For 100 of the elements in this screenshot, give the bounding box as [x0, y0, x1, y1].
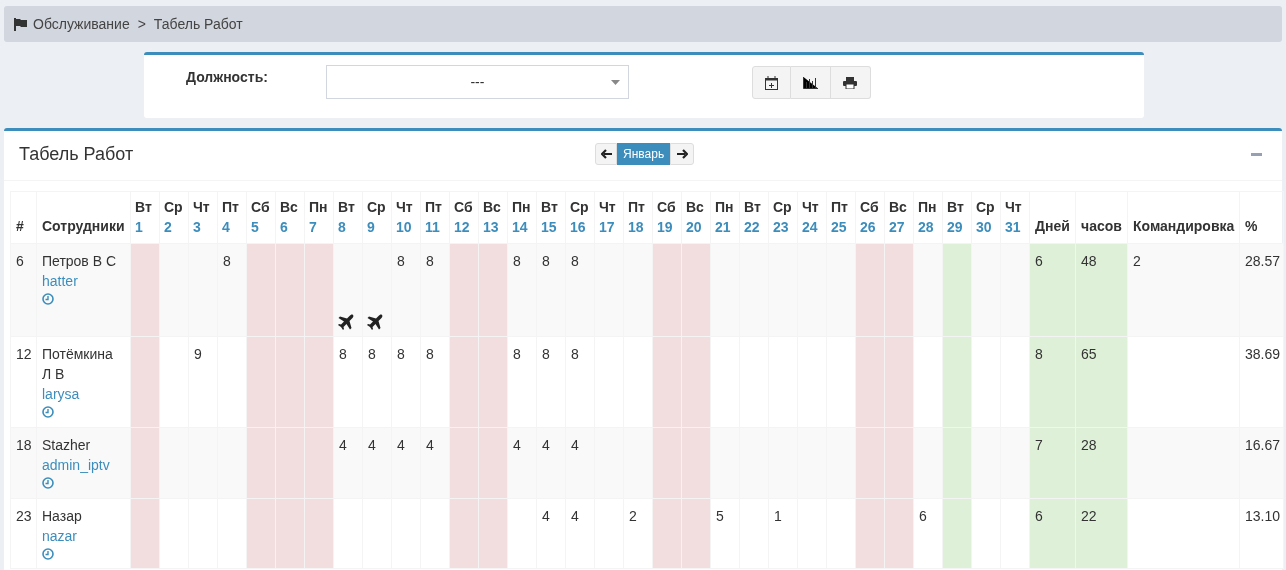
column-header: Командировка — [1127, 191, 1240, 244]
calendar-plus-icon — [764, 75, 778, 90]
column-header: Дней — [1029, 191, 1076, 244]
date-link[interactable]: 11 — [425, 217, 445, 237]
date-link[interactable]: 13 — [483, 217, 503, 237]
employee-login[interactable]: admin_iptv — [42, 455, 125, 475]
table-cell: 38.69 — [1239, 336, 1284, 428]
table-cell: 18 — [10, 427, 37, 499]
date-link[interactable]: 1 — [135, 217, 155, 237]
weekday-label: Ср — [164, 198, 184, 217]
date-link[interactable]: 15 — [541, 217, 561, 237]
table-cell: 16.67 — [1239, 427, 1284, 499]
print-button[interactable] — [830, 66, 871, 99]
date-link[interactable]: 29 — [947, 217, 967, 237]
weekday-label: Пт — [831, 198, 849, 217]
airplane-icon — [338, 314, 354, 330]
hours-value: 2 — [629, 508, 637, 524]
date-link[interactable]: 16 — [570, 217, 590, 237]
date-link[interactable]: 25 — [831, 217, 851, 237]
position-select[interactable]: --- — [325, 65, 629, 99]
date-link[interactable]: 2 — [164, 217, 184, 237]
weekday-label: Пт — [222, 198, 240, 217]
date-link[interactable]: 20 — [686, 217, 706, 237]
weekday-label: Вс — [483, 198, 502, 217]
hours-value: 1 — [774, 508, 782, 524]
table-cell: 23 — [10, 498, 37, 569]
hours-value: 4 — [571, 508, 579, 524]
next-month-button[interactable] — [670, 143, 695, 165]
hours-value: 4 — [513, 437, 521, 453]
weekday-label: Ср — [367, 198, 387, 217]
hours-value: 8 — [571, 253, 579, 269]
employee-login[interactable]: hatter — [42, 271, 125, 291]
breadcrumb-item: Табель Работ — [153, 14, 243, 34]
employee-name: Петров В С — [42, 252, 118, 271]
table-cell: 28 — [1075, 427, 1128, 499]
date-link[interactable]: 8 — [338, 217, 358, 237]
table-cell: 28.57 — [1239, 243, 1284, 337]
weekday-label: Чт — [1005, 198, 1023, 217]
hours-value: 4 — [397, 437, 405, 453]
date-link[interactable]: 31 — [1005, 217, 1025, 237]
calendar-add-button[interactable] — [751, 66, 791, 99]
chart-button[interactable] — [790, 66, 831, 99]
weekday-label: Чт — [193, 198, 211, 217]
date-link[interactable]: 17 — [599, 217, 619, 237]
hours-value: 8 — [426, 346, 434, 362]
date-link[interactable]: 12 — [454, 217, 474, 237]
date-link[interactable]: 3 — [193, 217, 213, 237]
date-link[interactable]: 21 — [715, 217, 735, 237]
hours-value: 8 — [368, 346, 376, 362]
column-header: % — [1239, 191, 1284, 244]
month-label: Январь — [617, 143, 671, 165]
weekday-label: Чт — [802, 198, 820, 217]
table-cell: 2 — [1127, 243, 1240, 337]
table-cell: 22 — [1075, 498, 1128, 569]
date-link[interactable]: 19 — [657, 217, 677, 237]
hours-value: 8 — [223, 253, 231, 269]
weekday-label: Чт — [396, 198, 414, 217]
hours-value: 4 — [571, 437, 579, 453]
hours-value: 4 — [368, 437, 376, 453]
flag-icon — [14, 17, 27, 31]
arrow-right-icon — [676, 149, 688, 159]
table-cell: 6 — [10, 243, 37, 337]
date-link[interactable]: 24 — [802, 217, 822, 237]
weekday-label: Ср — [773, 198, 793, 217]
box-title: Табель Работ — [19, 143, 134, 166]
date-link[interactable]: 5 — [251, 217, 271, 237]
weekday-label: Пн — [309, 198, 329, 217]
employee-login[interactable]: nazar — [42, 526, 125, 546]
date-link[interactable]: 10 — [396, 217, 416, 237]
weekday-label: Сб — [454, 198, 474, 217]
table-cell: 65 — [1075, 336, 1128, 428]
weekday-label: Вс — [686, 198, 705, 217]
previous-month-button[interactable] — [595, 143, 617, 165]
weekday-label: Вт — [338, 198, 356, 217]
employee-name: Назар — [42, 507, 83, 526]
date-link[interactable]: 4 — [222, 217, 242, 237]
clock-icon[interactable] — [42, 477, 54, 489]
date-link[interactable]: 9 — [367, 217, 387, 237]
date-link[interactable]: 18 — [628, 217, 648, 237]
airplane-icon — [367, 314, 383, 330]
clock-icon[interactable] — [42, 548, 54, 560]
table-cell: 13.10 — [1239, 498, 1284, 569]
date-link[interactable]: 7 — [309, 217, 329, 237]
date-link[interactable]: 14 — [512, 217, 532, 237]
table-cell: 6 — [1029, 498, 1076, 569]
clock-icon[interactable] — [42, 406, 54, 418]
hours-value: 8 — [339, 346, 347, 362]
date-link[interactable]: 26 — [860, 217, 880, 237]
clock-icon[interactable] — [42, 293, 54, 305]
table-cell: 8 — [1029, 336, 1076, 428]
table-cell: 7 — [1029, 427, 1076, 499]
date-link[interactable]: 22 — [744, 217, 764, 237]
date-link[interactable]: 30 — [976, 217, 996, 237]
date-link[interactable]: 6 — [280, 217, 300, 237]
breadcrumb-item[interactable]: Обслуживание — [33, 13, 130, 35]
employee-login[interactable]: larysa — [42, 384, 125, 404]
date-link[interactable]: 28 — [918, 217, 938, 237]
date-link[interactable]: 27 — [889, 217, 909, 237]
date-link[interactable]: 23 — [773, 217, 793, 237]
hours-value: 8 — [571, 346, 579, 362]
